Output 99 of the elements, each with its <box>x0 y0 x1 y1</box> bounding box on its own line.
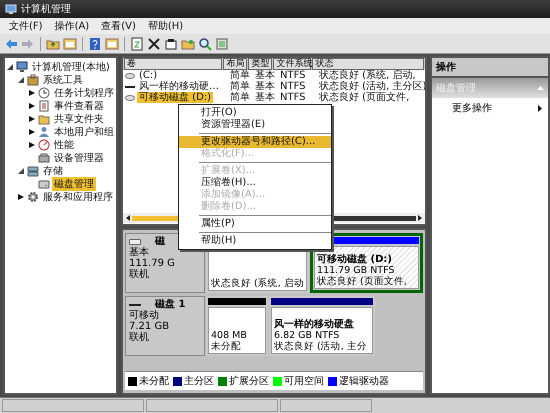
menu-item[interactable]: 文件(F) <box>4 19 48 33</box>
scroll-right-icon[interactable] <box>418 215 422 221</box>
document-icon[interactable] <box>130 36 144 50</box>
tree-item[interactable]: 存储 <box>41 164 65 178</box>
partition-info: 111.79 GB NTFS <box>317 265 396 276</box>
scroll-left-icon[interactable] <box>126 215 130 221</box>
partition-info: 状态良好 (系统, 启动 <box>211 278 304 289</box>
clock-icon <box>38 86 50 98</box>
folder-icon <box>38 112 50 124</box>
partition-info: 6.82 GB NTFS <box>274 330 340 341</box>
disk-name: 磁 <box>155 236 165 247</box>
expander-icon[interactable] <box>18 194 24 200</box>
tree-item[interactable]: 本地用户和组 <box>52 124 116 138</box>
gauge-icon <box>38 138 50 150</box>
partition-title: 风一样的移动硬盘 <box>274 319 355 330</box>
tree-item[interactable]: 事件查看器 <box>52 98 106 112</box>
column-header[interactable]: 布局 <box>223 58 248 70</box>
tree-item[interactable]: 设备管理器 <box>52 150 106 164</box>
menu-item[interactable]: 更改驱动器号和路径(C)... <box>179 136 331 148</box>
tree-item[interactable]: 共享文件夹 <box>52 112 106 126</box>
column-header[interactable]: 文件系统 <box>273 58 312 70</box>
expander-icon[interactable] <box>29 116 35 122</box>
table-cell-text: 简单 <box>229 81 251 92</box>
partition-info: 状态良好 (活动, 主分 <box>274 341 368 352</box>
partition-info: 未分配 <box>211 341 242 352</box>
legend-label: 逻辑驱动器 <box>339 374 389 388</box>
disk-type: 可移动 <box>129 310 160 321</box>
help-icon[interactable] <box>88 36 102 50</box>
column-header[interactable]: 卷 <box>124 58 222 70</box>
app-icon <box>5 3 17 15</box>
menu-item[interactable]: 压缩卷(H)... <box>179 177 331 189</box>
expander-icon[interactable] <box>29 90 35 96</box>
menu-item[interactable]: 资源管理器(E) <box>179 119 331 131</box>
partition-info: 408 MB <box>211 330 248 341</box>
table-cell-text: 简单 <box>229 92 251 103</box>
back-arrow-icon[interactable] <box>4 36 18 50</box>
disk-status: 联机 <box>129 269 150 280</box>
partition-box[interactable]: 风一样的移动硬盘 6.82 GB NTFS 状态良好 (活动, 主分 <box>269 296 375 356</box>
disk-size: 7.21 GB <box>129 321 170 332</box>
table-cell-text: 简单 <box>229 70 251 81</box>
menu-item[interactable]: 打开(O) <box>179 107 331 119</box>
menu-item[interactable]: 查看(V) <box>96 19 141 33</box>
table-cell-text: NTFS <box>279 81 307 92</box>
tree-item[interactable]: 磁盘管理 <box>52 176 96 190</box>
volume-name[interactable]: (C:) <box>137 70 160 81</box>
partition-box[interactable]: 408 MB 未分配 <box>206 296 268 356</box>
partition-title: 可移动磁盘 (D:) <box>317 254 393 265</box>
legend-label: 主分区 <box>184 374 214 388</box>
users-icon <box>38 126 50 138</box>
disk-status: 联机 <box>129 332 150 343</box>
section-title: 磁盘管理 <box>436 82 476 95</box>
storage-icon <box>27 164 39 176</box>
expander-icon[interactable] <box>29 142 35 148</box>
tree-item[interactable]: 性能 <box>52 138 76 152</box>
partition-box[interactable]: 可移动磁盘 (D:) 111.79 GB NTFS 状态良好 (页面文件, <box>310 233 423 293</box>
table-cell-text: NTFS <box>279 92 307 103</box>
document-icon <box>38 100 50 112</box>
close-icon[interactable] <box>147 36 161 50</box>
expander-icon[interactable] <box>18 76 24 82</box>
table-cell-text: 基本 <box>254 70 276 81</box>
expander-icon[interactable] <box>7 64 13 70</box>
menu-item[interactable]: 操作(A) <box>50 19 94 33</box>
tree-item[interactable]: 计算机管理(本地) <box>30 60 112 74</box>
expander-icon[interactable] <box>18 168 24 174</box>
legend-label: 可用空间 <box>284 374 324 388</box>
column-header[interactable]: 类型 <box>248 58 272 70</box>
volume-name[interactable]: 可移动磁盘 (D:) <box>137 92 214 103</box>
volume-name[interactable]: 风一样的移动硬… <box>137 81 221 92</box>
window-title: 计算机管理 <box>21 2 71 16</box>
tree-item[interactable]: 服务和应用程序 <box>41 190 115 204</box>
search-icon[interactable] <box>198 36 212 50</box>
disk-size: 111.79 G <box>129 258 176 269</box>
submenu-caret-icon[interactable] <box>538 104 542 112</box>
panel-icon[interactable] <box>105 36 119 50</box>
disk-drive-icon <box>38 178 50 190</box>
tree-item[interactable]: 任务计划程序 <box>52 86 116 100</box>
properties-icon[interactable] <box>164 36 178 50</box>
device-icon <box>38 152 50 164</box>
gear-icon <box>27 190 39 202</box>
expander-icon[interactable] <box>29 128 35 134</box>
legend-label: 未分配 <box>139 374 169 388</box>
drive-icon <box>129 238 141 246</box>
tree-item[interactable]: 系统工具 <box>41 72 85 86</box>
toolbox-icon <box>27 74 39 86</box>
menu-item[interactable]: 属性(P) <box>179 218 331 230</box>
table-cell-text: 基本 <box>254 81 276 92</box>
expander-icon[interactable] <box>29 102 35 108</box>
pane-header: 操作 <box>432 58 548 78</box>
menu-item[interactable]: 帮助(H) <box>142 19 188 33</box>
table-cell-text: NTFS <box>279 70 307 81</box>
computer-icon <box>16 60 28 72</box>
disk-type: 基本 <box>129 247 150 258</box>
action-link[interactable]: 更多操作 <box>452 101 492 115</box>
partition-info: 状态良好 (页面文件, <box>317 276 408 287</box>
panel-icon[interactable] <box>63 36 77 50</box>
disk-name: 磁盘 1 <box>155 299 186 310</box>
table-cell-text: 基本 <box>254 92 276 103</box>
legend-label: 扩展分区 <box>229 374 269 388</box>
column-header[interactable]: 状态 <box>312 58 424 70</box>
